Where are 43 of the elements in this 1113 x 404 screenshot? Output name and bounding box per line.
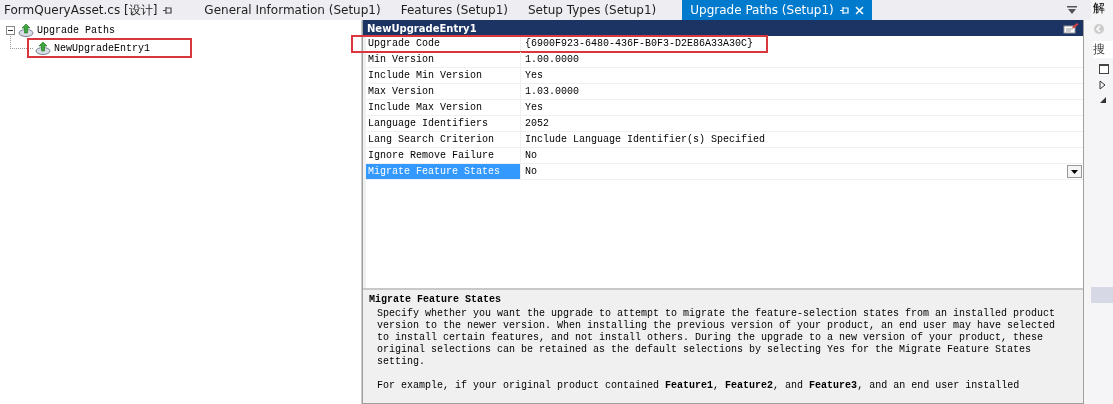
property-name[interactable]: Language Identifiers xyxy=(366,116,521,131)
property-value[interactable]: 2052 xyxy=(521,118,549,129)
document-tab[interactable]: Setup Types (Setup1) xyxy=(524,0,673,20)
property-value[interactable]: No xyxy=(521,166,537,177)
upgrade-icon xyxy=(35,41,51,55)
expand-icon[interactable] xyxy=(1099,80,1107,90)
tree-item[interactable]: NewUpgradeEntry1 xyxy=(54,42,150,54)
description-text: For example, if your original product contained Feature1, Feature2, and Feature3, and an end user installed xyxy=(377,380,1021,392)
property-value[interactable]: Yes xyxy=(521,102,543,113)
property-name[interactable]: Include Max Version xyxy=(366,100,521,115)
property-value[interactable]: {6900F923-6480-436F-B0F3-D2E86A33A30C} xyxy=(521,38,754,49)
document-tab[interactable]: FormQueryAsset.cs [设计] xyxy=(0,0,201,20)
tree-item[interactable]: Upgrade Paths xyxy=(37,24,115,36)
dropdown-icon[interactable] xyxy=(1067,6,1077,14)
property-value[interactable]: No xyxy=(521,150,537,161)
property-name[interactable]: Ignore Remove Failure xyxy=(366,148,521,163)
collapse-icon[interactable] xyxy=(1099,96,1107,104)
scrollbar-thumb[interactable] xyxy=(1091,287,1113,303)
property-name[interactable]: Min Version xyxy=(366,52,521,67)
panel-title: 解 xyxy=(1093,0,1105,17)
property-name[interactable]: Lang Search Criterion xyxy=(366,132,521,147)
collapse-icon[interactable] xyxy=(6,25,15,35)
property-value[interactable]: 1.03.0000 xyxy=(521,86,579,97)
description-text: Specify whether you want the upgrade to attempt to migrate the feature-selection states from an installed product version to the newer version. When installing the previous version of your product, an end user may have selected to install certain features, and not install others. During the upgrade to a new version of your product, these original selections can be retained as the default selections by selecting Yes for the Migrate Feature States setting. xyxy=(377,308,1057,368)
scrollbar[interactable] xyxy=(1084,20,1091,404)
property-name[interactable]: Upgrade Code xyxy=(366,36,521,51)
pin-icon[interactable] xyxy=(163,5,173,15)
document-tab[interactable]: General Information (Setup1) xyxy=(200,0,397,20)
dropdown-icon[interactable] xyxy=(1067,165,1082,178)
description-title: Migrate Feature States xyxy=(369,294,503,305)
property-value[interactable]: 1.00.0000 xyxy=(521,54,579,65)
document-tab[interactable]: Features (Setup1) xyxy=(396,0,524,20)
property-value[interactable]: Yes xyxy=(521,70,543,81)
document-tab[interactable]: Upgrade Paths (Setup1) xyxy=(682,0,872,20)
property-value[interactable]: Include Language Identifier(s) Specified xyxy=(521,134,766,145)
close-icon[interactable] xyxy=(854,5,864,15)
property-name[interactable]: Include Min Version xyxy=(366,68,521,83)
properties-title: NewUpgradeEntry1 xyxy=(367,22,477,34)
property-pages-icon[interactable] xyxy=(1063,22,1079,34)
search-field[interactable]: 搜 xyxy=(1093,41,1113,58)
property-name[interactable]: Max Version xyxy=(366,84,521,99)
upgrade-icon xyxy=(18,23,34,37)
solution-icon xyxy=(1099,64,1109,74)
